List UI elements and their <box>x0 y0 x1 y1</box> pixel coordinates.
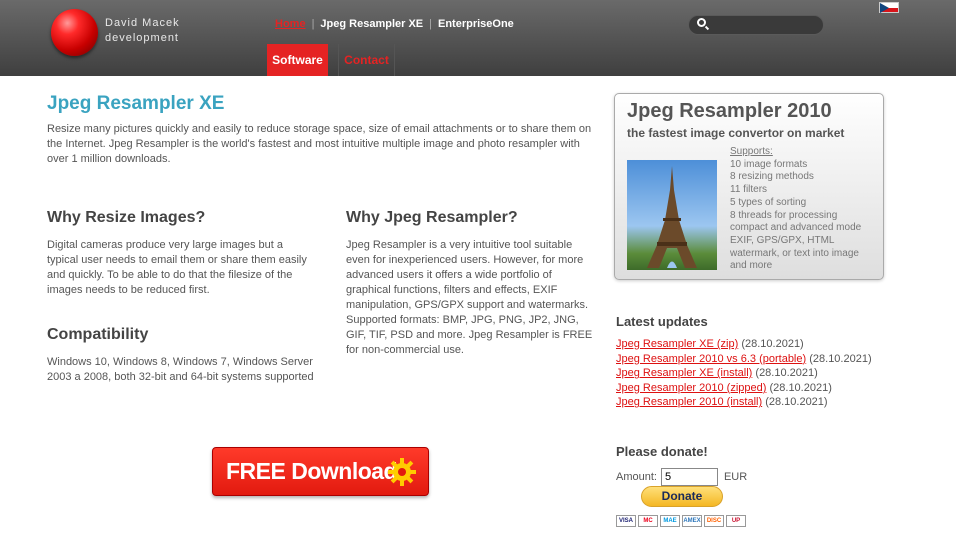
why-resize-section: Why Resize Images? Digital cameras produ… <box>47 209 317 298</box>
compatibility-heading: Compatibility <box>47 326 149 343</box>
compatibility-section: Compatibility Windows 10, Windows 8, Win… <box>47 326 317 385</box>
tab-contact[interactable]: Contact <box>338 44 395 76</box>
feature-item: and more <box>730 260 773 272</box>
promo-box[interactable]: Jpeg Resampler 2010 the fastest image co… <box>614 93 884 280</box>
why-jpeg-heading: Why Jpeg Resampler? <box>346 209 518 226</box>
latest-updates-heading: Latest updates <box>616 314 708 329</box>
payment-cards: VISA MC MAE AMEX DISC UP <box>616 515 746 527</box>
why-jpeg-section: Why Jpeg Resampler? Jpeg Resampler is a … <box>346 209 598 358</box>
updates-list: Jpeg Resampler XE (zip) (28.10.2021) Jpe… <box>616 337 872 410</box>
unionpay-icon: UP <box>726 515 746 527</box>
update-link[interactable]: Jpeg Resampler XE (zip) <box>616 338 738 350</box>
discover-icon: DISC <box>704 515 724 527</box>
update-link[interactable]: Jpeg Resampler 2010 (install) <box>616 396 762 408</box>
feature-item: 11 filters <box>730 184 768 196</box>
update-date: (28.10.2021) <box>809 352 872 365</box>
feature-item: 8 resizing methods <box>730 171 814 183</box>
amex-icon: AMEX <box>682 515 702 527</box>
promo-title: Jpeg Resampler 2010 <box>627 100 832 122</box>
update-date: (28.10.2021) <box>765 396 828 409</box>
update-date: (28.10.2021) <box>755 367 818 380</box>
nav-home[interactable]: Home <box>275 18 306 30</box>
visa-icon: VISA <box>616 515 636 527</box>
nav-jpeg-resampler-xe[interactable]: Jpeg Resampler XE <box>320 18 423 30</box>
update-link[interactable]: Jpeg Resampler 2010 vs 6.3 (portable) <box>616 353 806 365</box>
currency-label: EUR <box>723 471 748 483</box>
feature-item: 10 image formats <box>730 158 808 170</box>
download-label: FREE Download <box>226 458 398 484</box>
site-header: David Macek development Home | Jpeg Resa… <box>0 0 956 76</box>
supports-heading: Supports: <box>730 146 773 157</box>
list-item: Jpeg Resampler XE (install) (28.10.2021) <box>616 366 872 381</box>
why-resize-heading: Why Resize Images? <box>47 209 206 226</box>
nav-separator: | <box>429 18 432 30</box>
top-nav: Home | Jpeg Resampler XE | EnterpriseOne <box>275 18 514 30</box>
search-input[interactable] <box>688 15 824 35</box>
why-resize-text: Digital cameras produce very large image… <box>47 239 307 296</box>
mastercard-icon: MC <box>638 515 658 527</box>
feature-item: EXIF, GPS/GPX, HTML <box>730 234 835 246</box>
logo-line1: David Macek <box>105 17 180 29</box>
list-item: Jpeg Resampler XE (zip) (28.10.2021) <box>616 337 872 352</box>
list-item: Jpeg Resampler 2010 (install) (28.10.202… <box>616 395 872 410</box>
donate-heading: Please donate! <box>616 444 708 459</box>
donate-amount-row: Amount: EUR <box>616 468 747 486</box>
list-item: Jpeg Resampler 2010 vs 6.3 (portable) (2… <box>616 352 872 367</box>
donate-button[interactable]: Donate <box>641 486 723 507</box>
update-link[interactable]: Jpeg Resampler 2010 (zipped) <box>616 382 766 394</box>
free-download-button[interactable]: FREE Download <box>212 447 429 496</box>
intro-text: Resize many pictures quickly and easily … <box>47 123 592 165</box>
gear-icon <box>388 458 416 486</box>
list-item: Jpeg Resampler 2010 (zipped) (28.10.2021… <box>616 381 872 396</box>
amount-input[interactable] <box>660 468 718 486</box>
logo-text[interactable]: David Macek development <box>105 16 180 46</box>
maestro-icon: MAE <box>660 515 680 527</box>
eiffel-tower-image <box>627 160 717 270</box>
nav-enterpriseone[interactable]: EnterpriseOne <box>438 18 514 30</box>
feature-item: 5 types of sorting <box>730 196 807 208</box>
logo-line2: development <box>105 32 179 44</box>
logo-icon[interactable] <box>51 9 98 56</box>
why-jpeg-text: Jpeg Resampler is a very intuitive tool … <box>346 239 593 356</box>
search-icon <box>697 18 706 27</box>
compatibility-text: Windows 10, Windows 8, Windows 7, Window… <box>47 356 314 383</box>
update-date: (28.10.2021) <box>741 338 804 350</box>
page-title: Jpeg Resampler XE <box>47 93 225 114</box>
amount-label: Amount: <box>616 471 657 483</box>
update-link[interactable]: Jpeg Resampler XE (install) <box>616 367 752 379</box>
feature-item: 8 threads for processing <box>730 209 838 221</box>
promo-subtitle: the fastest image convertor on market <box>627 126 845 140</box>
update-date: (28.10.2021) <box>769 381 832 394</box>
feature-item: watermark, or text into image <box>730 247 859 259</box>
czech-flag-icon[interactable] <box>879 2 899 13</box>
tab-software[interactable]: Software <box>267 44 328 76</box>
feature-list: Supports: 10 image formats 8 resizing me… <box>730 146 861 273</box>
nav-separator: | <box>311 18 315 30</box>
feature-item: compact and advanced mode <box>730 222 862 234</box>
